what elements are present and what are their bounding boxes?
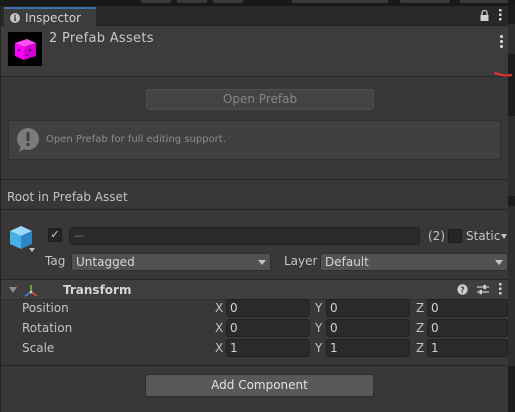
divider [1, 179, 508, 180]
tab-label: Inspector [25, 11, 81, 25]
open-prefab-button[interactable]: Open Prefab [146, 89, 374, 110]
component-title: Transform [63, 283, 132, 297]
axis-z-label[interactable]: Z [416, 341, 424, 355]
static-checkbox[interactable] [448, 229, 462, 243]
rotation-y-field[interactable]: 0 [326, 319, 410, 337]
axis-z-label[interactable]: Z [416, 301, 424, 315]
rotation-label[interactable]: Rotation [22, 321, 72, 335]
inspector-header: 2 Prefab Assets [1, 27, 512, 77]
adjacent-panel-edge [508, 6, 515, 412]
add-component-button[interactable]: Add Component [145, 374, 374, 397]
toolbar-button[interactable] [460, 0, 508, 3]
chevron-down-icon [495, 260, 503, 265]
chevron-down-icon [258, 260, 266, 265]
position-y-field[interactable]: 0 [326, 299, 410, 317]
gameobject-cube-icon[interactable] [8, 224, 34, 250]
layer-label: Layer [284, 254, 318, 268]
lock-icon[interactable] [480, 9, 489, 24]
foldout-arrow-icon[interactable] [9, 287, 17, 293]
help-icon[interactable]: ? [457, 283, 468, 298]
toolbar-button[interactable] [213, 0, 243, 3]
section-label: Root in Prefab Asset [7, 190, 128, 204]
tab-bar: i Inspector [1, 6, 508, 27]
help-box: Open Prefab for full editing support. [8, 120, 501, 160]
axis-x-label[interactable]: X [215, 321, 223, 335]
axis-y-label[interactable]: Y [315, 341, 322, 355]
kebab-menu-icon[interactable] [497, 35, 505, 51]
scale-x-field[interactable]: 1 [226, 339, 310, 357]
tab-inspector[interactable]: i Inspector [4, 7, 96, 27]
toolbar-button[interactable] [141, 0, 171, 3]
svg-text:?: ? [460, 285, 465, 294]
help-text: Open Prefab for full editing support. [46, 134, 226, 145]
kebab-menu-icon[interactable] [498, 283, 502, 298]
transform-component-header[interactable]: Transform ? [1, 279, 508, 300]
tag-value: Untagged [76, 255, 135, 269]
scale-z-field[interactable]: 1 [427, 339, 508, 357]
info-icon: i [10, 13, 20, 23]
tab-actions [480, 9, 502, 24]
transform-icon [24, 285, 38, 297]
info-icon [17, 128, 39, 152]
component-actions: ? [457, 283, 502, 298]
layer-value: Default [325, 255, 369, 269]
kebab-menu-icon[interactable] [498, 9, 502, 24]
axis-y-label[interactable]: Y [315, 321, 322, 335]
chevron-down-icon[interactable] [29, 248, 35, 252]
name-field[interactable]: — [69, 227, 420, 245]
layer-dropdown[interactable]: Default [320, 253, 508, 271]
toolbar-button[interactable] [292, 0, 388, 3]
static-dropdown-arrow[interactable] [501, 234, 507, 239]
axis-z-label[interactable]: Z [416, 321, 424, 335]
position-z-field[interactable]: 0 [427, 299, 508, 317]
rotation-x-field[interactable]: 0 [226, 319, 310, 337]
scale-y-field[interactable]: 1 [326, 339, 410, 357]
selection-count: (2) [428, 229, 445, 243]
divider [1, 365, 508, 366]
position-x-field[interactable]: 0 [226, 299, 310, 317]
axis-x-label[interactable]: X [215, 341, 223, 355]
toolbar-button[interactable] [400, 0, 450, 3]
position-label[interactable]: Position [22, 301, 69, 315]
gameobject-header: ✓ — (2) Static Tag Untagged Layer Defaul… [1, 218, 508, 272]
divider [1, 209, 508, 210]
active-checkbox[interactable]: ✓ [48, 228, 62, 242]
page-title: 2 Prefab Assets [49, 31, 154, 46]
tag-label: Tag [45, 254, 66, 268]
annotation-stroke [494, 71, 512, 77]
rotation-z-field[interactable]: 0 [427, 319, 508, 337]
inspector-window: i Inspector 2 Prefab Assets Open Prefab … [0, 6, 512, 412]
scale-label[interactable]: Scale [22, 341, 54, 355]
tag-dropdown[interactable]: Untagged [71, 253, 271, 271]
toolbar-button[interactable] [177, 0, 207, 3]
prefab-cube-icon [8, 32, 42, 66]
preset-icon[interactable] [477, 284, 489, 298]
static-label: Static [466, 229, 501, 243]
axis-x-label[interactable]: X [215, 301, 223, 315]
axis-y-label[interactable]: Y [315, 301, 322, 315]
